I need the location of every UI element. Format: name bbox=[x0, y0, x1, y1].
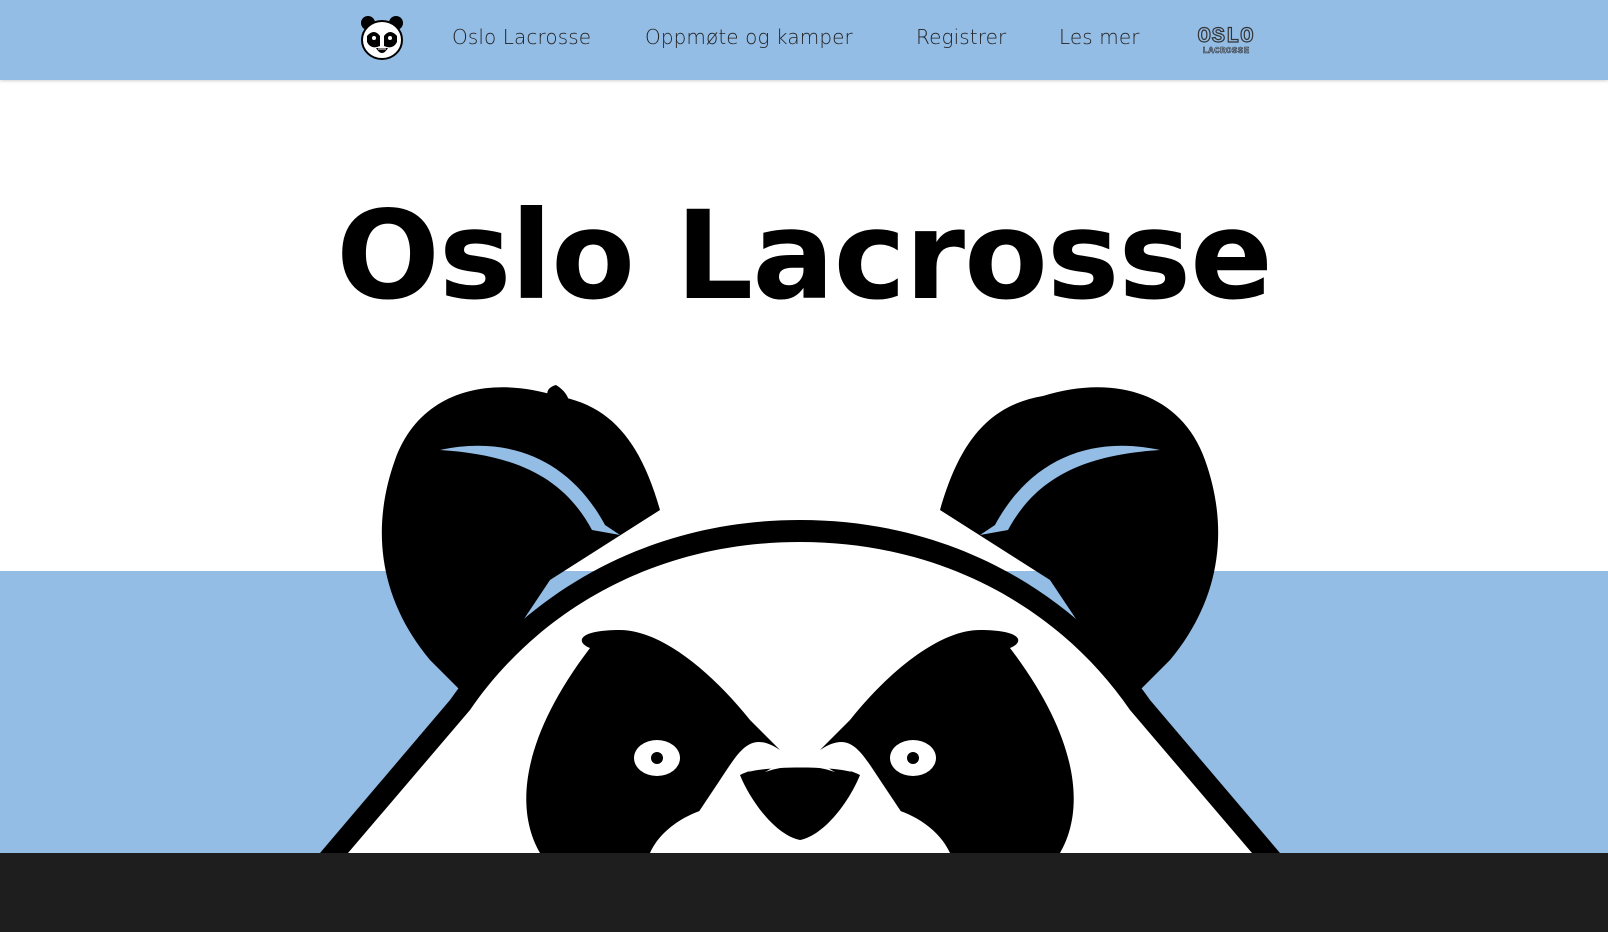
hero-title: Oslo Lacrosse bbox=[336, 185, 1273, 327]
panda-logo-icon[interactable] bbox=[357, 12, 407, 62]
nav-link-oslo-lacrosse[interactable]: Oslo Lacrosse bbox=[452, 24, 591, 50]
panda-face-icon bbox=[320, 380, 1280, 853]
nav-link-les-mer[interactable]: Les mer bbox=[1059, 24, 1140, 50]
wordmark-line2: LACROSSE bbox=[1202, 46, 1249, 56]
footer-bar bbox=[0, 853, 1608, 932]
top-navigation-bar: Oslo Lacrosse Oppmøte og kamper Registre… bbox=[0, 0, 1608, 80]
nav-link-oppmote-og-kamper[interactable]: Oppmøte og kamper bbox=[645, 24, 853, 50]
oslo-lacrosse-wordmark-logo[interactable]: OSLO LACROSSE bbox=[1192, 20, 1260, 56]
nav-link-registrer[interactable]: Registrer bbox=[916, 24, 1006, 50]
